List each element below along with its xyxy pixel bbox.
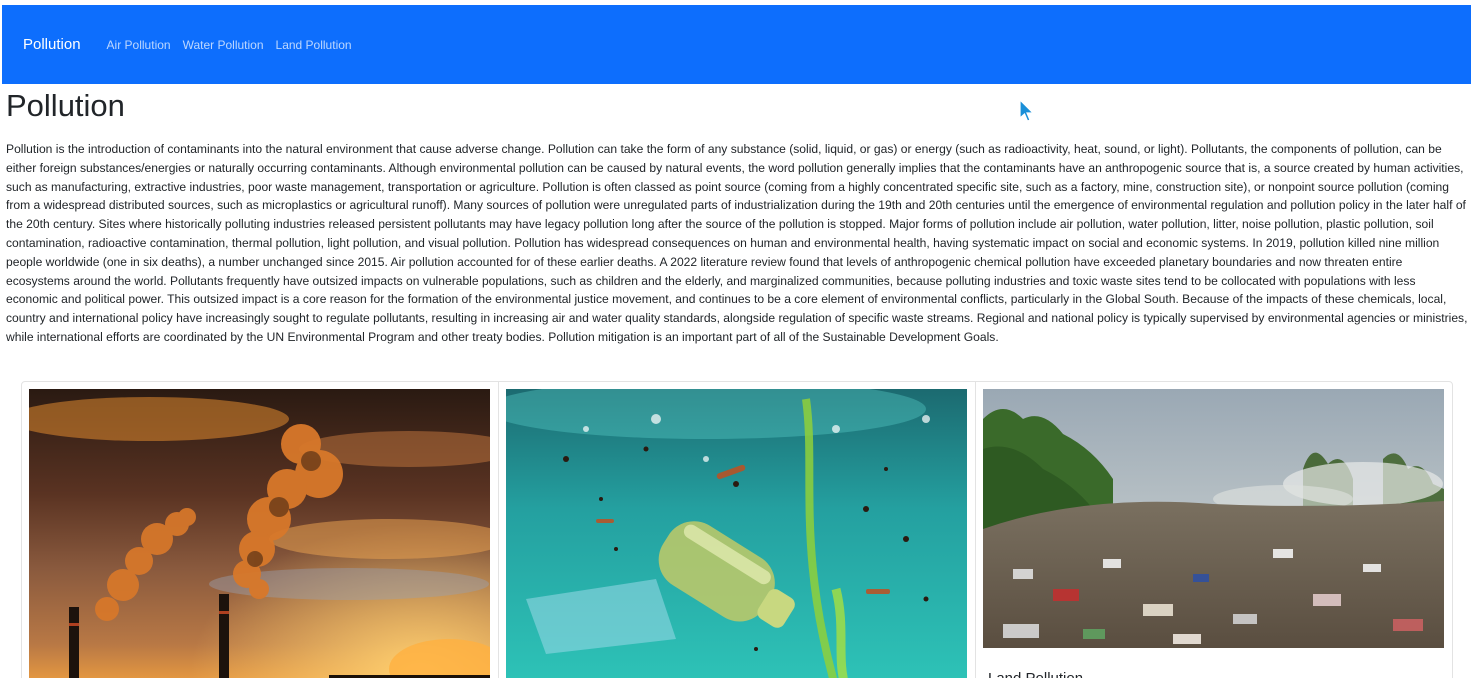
card-water-pollution [499, 382, 976, 678]
air-pollution-image [29, 389, 490, 678]
land-pollution-image [983, 389, 1444, 648]
water-pollution-image [506, 389, 967, 678]
mouse-cursor-icon [1019, 99, 1035, 122]
card-title-land-pollution: Land Pollution [988, 670, 1083, 678]
top-navbar: Pollution Air Pollution Water Pollution … [2, 5, 1471, 84]
nav-link-air-pollution[interactable]: Air Pollution [107, 38, 171, 52]
navbar-brand[interactable]: Pollution [23, 36, 81, 53]
card-land-pollution: Land Pollution [976, 382, 1452, 678]
browser-viewport: Pollution Air Pollution Water Pollution … [0, 0, 1473, 678]
nav-link-water-pollution[interactable]: Water Pollution [183, 38, 264, 52]
card-air-pollution [22, 382, 499, 678]
nav-link-land-pollution[interactable]: Land Pollution [276, 38, 352, 52]
card-group: Land Pollution [21, 381, 1453, 678]
intro-paragraph: Pollution is the introduction of contami… [6, 142, 1468, 344]
page-title: Pollution [6, 88, 125, 123]
